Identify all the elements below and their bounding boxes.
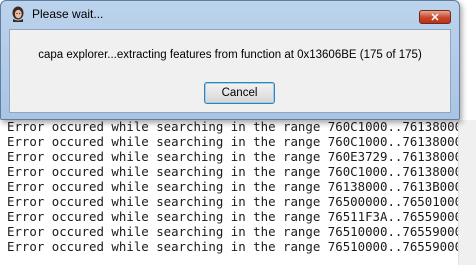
close-button[interactable]: ✕ — [419, 10, 451, 24]
log-line: Error occured while searching in the ran… — [7, 149, 463, 164]
close-icon: ✕ — [430, 12, 440, 24]
log-line: Error occured while searching in the ran… — [7, 179, 463, 194]
app-icon — [10, 6, 26, 22]
log-line: Error occured while searching in the ran… — [7, 164, 463, 179]
cancel-button[interactable]: Cancel — [204, 82, 275, 104]
progress-dialog: Please wait... ✕ capa explorer...extract… — [0, 0, 460, 120]
log-line: Error occured while searching in the ran… — [7, 194, 463, 209]
dialog-title: Please wait... — [32, 7, 104, 21]
progress-message: capa explorer...extracting features from… — [38, 49, 422, 61]
log-line: Error occured while searching in the ran… — [7, 134, 463, 149]
dialog-body: capa explorer...extracting features from… — [9, 29, 451, 113]
log-line: Error occured while searching in the ran… — [7, 209, 463, 224]
log-line: Error occured while searching in the ran… — [7, 224, 463, 239]
log-line: Error occured while searching in the ran… — [7, 119, 463, 134]
log-scrollbar[interactable] — [458, 120, 476, 265]
dialog-titlebar[interactable]: Please wait... ✕ — [1, 1, 459, 27]
log-line: Error occured while searching in the ran… — [7, 239, 463, 254]
